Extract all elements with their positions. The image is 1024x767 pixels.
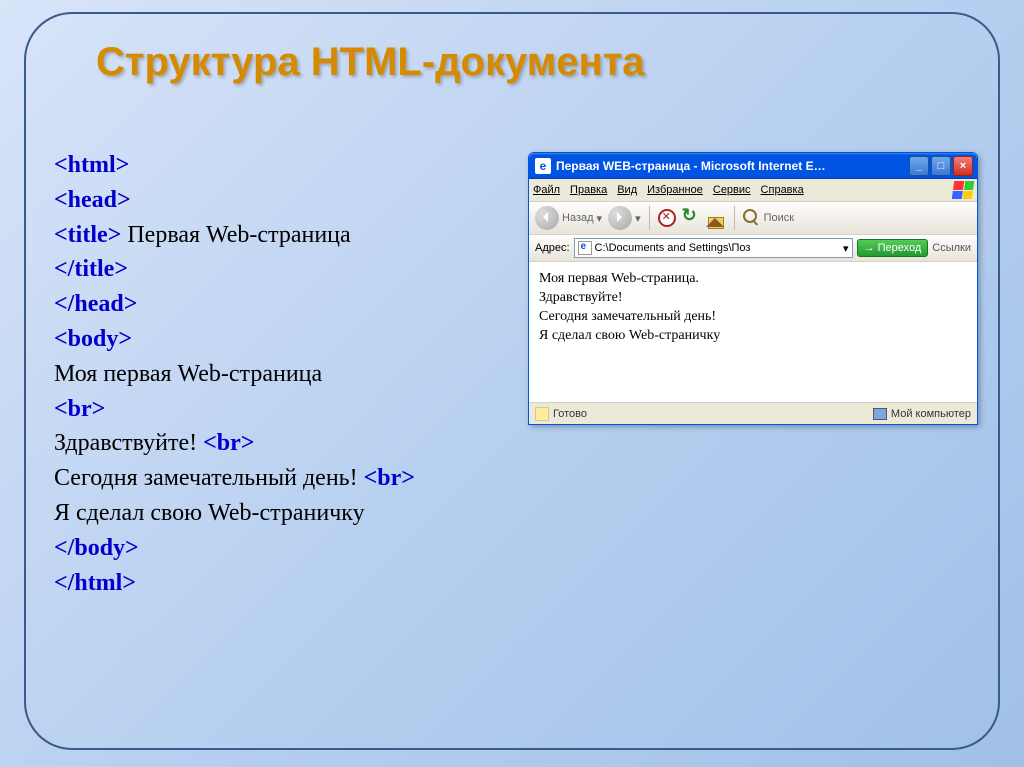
home-button[interactable]	[706, 209, 726, 227]
stop-button[interactable]	[658, 209, 676, 227]
content-line: Я сделал свою Web-страничку	[539, 327, 967, 346]
code-text-line4: Я сделал свою Web-страничку	[54, 500, 365, 526]
content-line: Моя первая Web-страница.	[539, 270, 967, 289]
status-ready-icon	[535, 407, 549, 421]
menu-view[interactable]: Вид	[617, 184, 637, 196]
code-tag-body-open: <body>	[54, 326, 132, 352]
code-tag-title-close: </title>	[54, 256, 128, 282]
toolbar-separator	[734, 206, 735, 230]
menu-tools[interactable]: Сервис	[713, 184, 751, 196]
ie-window: e Первая WEB-страница - Microsoft Intern…	[528, 152, 978, 425]
slide-title: Структура HTML-документа	[96, 40, 645, 85]
navigation-toolbar: Назад ▾ ▾ Поиск	[529, 202, 977, 235]
address-path: C:\Documents and Settings\Поз	[595, 242, 751, 254]
code-tag-br2: <br>	[203, 430, 254, 456]
refresh-button[interactable]	[682, 209, 700, 227]
chevron-down-icon: ▾	[635, 212, 641, 225]
go-button[interactable]: Переход	[857, 239, 929, 257]
code-text-line3: Сегодня замечательный день!	[54, 465, 364, 491]
menubar: Файл Правка Вид Избранное Сервис Справка	[529, 179, 977, 202]
code-tag-html-close: </html>	[54, 570, 136, 596]
toolbar-separator	[649, 206, 650, 230]
search-button[interactable]: Поиск	[743, 209, 794, 227]
code-text-line2: Здравствуйте!	[54, 430, 203, 456]
status-zone-text: Мой компьютер	[891, 408, 971, 420]
my-computer-icon	[873, 408, 887, 420]
forward-arrow-icon	[608, 206, 632, 230]
status-ready-text: Готово	[553, 408, 587, 420]
status-bar: Готово Мой компьютер	[529, 402, 977, 424]
minimize-button[interactable]: _	[909, 156, 929, 176]
content-line: Сегодня замечательный день!	[539, 308, 967, 327]
windows-flag-icon	[952, 181, 975, 199]
menu-help[interactable]: Справка	[761, 184, 804, 196]
back-button[interactable]: Назад ▾	[535, 206, 602, 230]
page-icon	[578, 241, 592, 255]
menu-file[interactable]: Файл	[533, 184, 560, 196]
chevron-down-icon[interactable]: ▾	[843, 242, 849, 255]
links-label[interactable]: Ссылки	[932, 242, 971, 254]
code-text-line1: Моя первая Web-страница	[54, 361, 322, 387]
window-titlebar[interactable]: e Первая WEB-страница - Microsoft Intern…	[529, 153, 977, 179]
code-tag-head-open: <head>	[54, 187, 131, 213]
window-title: Первая WEB-страница - Microsoft Internet…	[556, 159, 909, 173]
forward-button[interactable]: ▾	[608, 206, 641, 230]
code-text-title: Первая Web-страница	[121, 222, 350, 248]
content-line: Здравствуйте!	[539, 289, 967, 308]
code-tag-html-open: <html>	[54, 152, 129, 178]
address-bar: Адрес: C:\Documents and Settings\Поз ▾ П…	[529, 235, 977, 262]
page-content: Моя первая Web-страница. Здравствуйте! С…	[529, 262, 977, 402]
address-label: Адрес:	[535, 242, 570, 254]
back-label: Назад	[562, 212, 594, 224]
menu-edit[interactable]: Правка	[570, 184, 607, 196]
code-tag-br1: <br>	[54, 396, 105, 422]
code-tag-br3: <br>	[364, 465, 415, 491]
maximize-button[interactable]: □	[931, 156, 951, 176]
code-tag-body-close: </body>	[54, 535, 139, 561]
address-input[interactable]: C:\Documents and Settings\Поз ▾	[574, 238, 853, 258]
code-tag-head-close: </head>	[54, 291, 137, 317]
go-label: Переход	[878, 242, 922, 254]
search-icon	[743, 209, 761, 227]
chevron-down-icon: ▾	[597, 212, 603, 225]
back-arrow-icon	[535, 206, 559, 230]
code-tag-title-open: <title>	[54, 222, 121, 248]
code-example: <html> <head> <title> Первая Web-страниц…	[54, 148, 534, 600]
ie-app-icon: e	[535, 158, 551, 174]
search-label: Поиск	[764, 212, 794, 224]
close-button[interactable]: ×	[953, 156, 973, 176]
menu-favorites[interactable]: Избранное	[647, 184, 703, 196]
